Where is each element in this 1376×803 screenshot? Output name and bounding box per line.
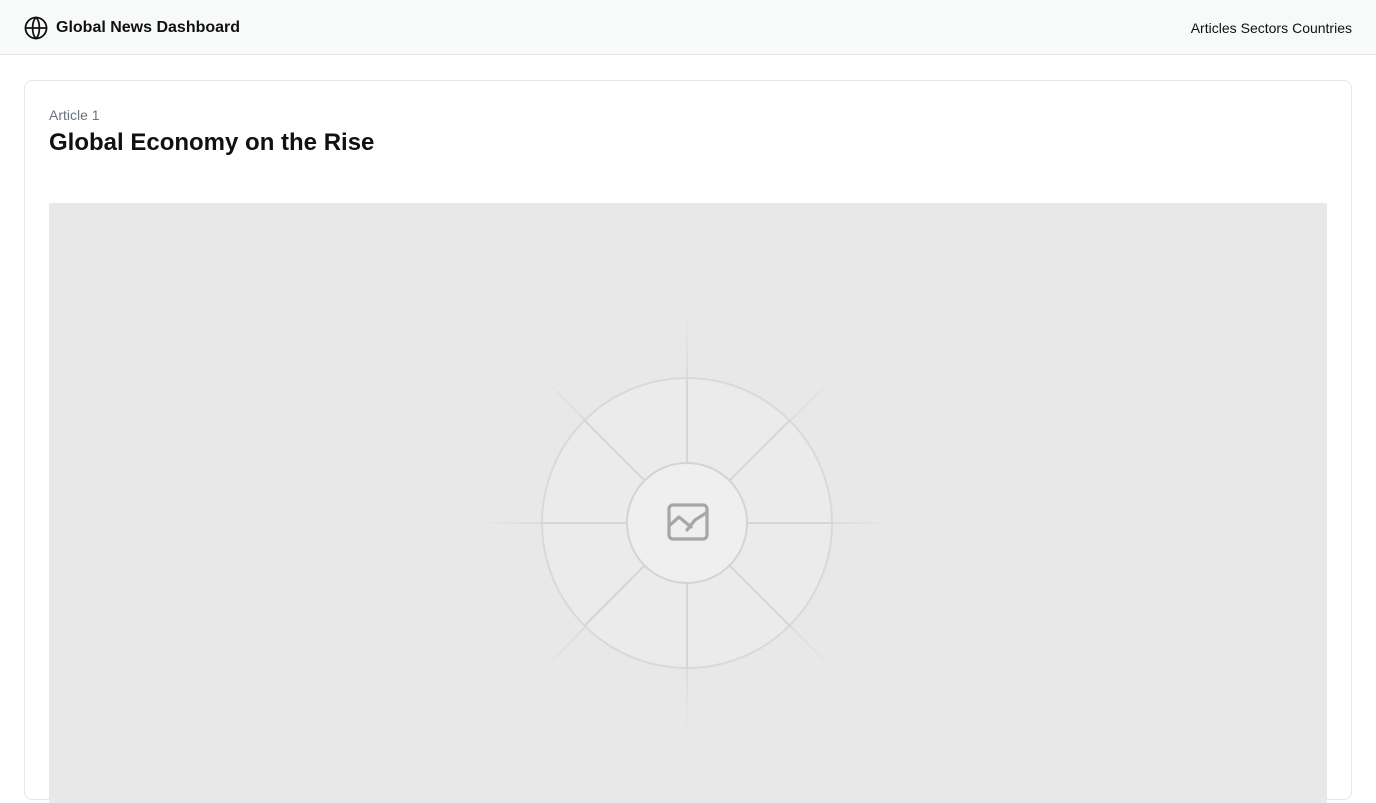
nav-link-sectors[interactable]: Sectors — [1241, 16, 1288, 40]
brand-home-link[interactable]: Global News Dashboard — [24, 16, 240, 40]
article-card: Article 1 Global Economy on the Rise — [24, 80, 1352, 803]
app-title: Global News Dashboard — [56, 19, 241, 36]
top-bar: Global News Dashboard Articles Sectors C… — [0, 0, 1376, 55]
image-placeholder-graphic — [482, 318, 892, 728]
nav-link-countries[interactable]: Countries — [1292, 16, 1352, 40]
globe-icon — [24, 16, 48, 40]
article-number-label: Article 1 — [49, 107, 100, 123]
main-nav: Articles Sectors Countries — [1191, 16, 1352, 40]
article-image-placeholder — [49, 203, 1327, 803]
article-title[interactable]: Global Economy on the Rise — [49, 127, 374, 159]
nav-link-articles[interactable]: Articles — [1191, 16, 1237, 40]
